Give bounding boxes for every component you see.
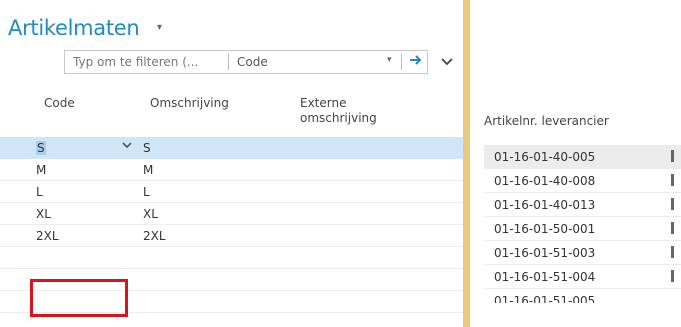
cell-vendor-item-no[interactable]: 01-16-01-40-008 bbox=[494, 174, 595, 188]
cell-code[interactable]: 2XL bbox=[36, 229, 59, 243]
item-sizes-panel: Artikelmaten ▾ Code ▾ Code Omschrijving … bbox=[0, 0, 463, 327]
cell-vendor-item-no[interactable]: 01-16-01-51-005 bbox=[494, 294, 595, 303]
table-row[interactable]: 01-16-01-40-005 bbox=[484, 145, 681, 169]
table-row[interactable]: 01-16-01-51-004 bbox=[484, 265, 681, 289]
next-column-edge bbox=[671, 150, 674, 162]
filter-divider bbox=[401, 54, 402, 70]
table-row[interactable]: LL bbox=[0, 181, 463, 203]
cell-code[interactable]: M bbox=[36, 163, 46, 177]
app-window: Artikelmaten ▾ Code ▾ Code Omschrijving … bbox=[0, 0, 681, 327]
cell-vendor-item-no[interactable]: 01-16-01-40-013 bbox=[494, 198, 595, 212]
cell-description[interactable]: S bbox=[143, 141, 151, 155]
arrow-right-icon[interactable] bbox=[405, 52, 427, 72]
next-column-edge bbox=[671, 174, 674, 186]
column-header-external-description[interactable]: Externe omschrijving bbox=[300, 96, 420, 126]
cell-code[interactable]: L bbox=[36, 185, 43, 199]
filter-divider bbox=[228, 54, 229, 70]
chevron-down-icon[interactable] bbox=[441, 56, 453, 69]
title-menu-icon[interactable]: ▾ bbox=[157, 22, 162, 33]
cell-description[interactable]: L bbox=[143, 185, 150, 199]
table-row[interactable]: SS bbox=[0, 137, 463, 159]
page-title[interactable]: Artikelmaten bbox=[8, 16, 140, 40]
table-row[interactable]: 2XL 2XL bbox=[0, 225, 463, 247]
table-row[interactable]: 01-16-01-51-003 bbox=[484, 241, 681, 265]
search-input[interactable] bbox=[65, 51, 233, 73]
cell-code[interactable]: S bbox=[36, 141, 46, 155]
column-header-vendor-item-no[interactable]: Artikelnr. leverancier bbox=[484, 114, 609, 128]
vendor-table: 01-16-01-40-005 01-16-01-40-008 01-16-01-4… bbox=[484, 145, 681, 303]
cell-vendor-item-no[interactable]: 01-16-01-51-004 bbox=[494, 270, 595, 284]
table-row[interactable] bbox=[0, 247, 463, 269]
vendor-panel: Artikelnr. leverancier 01-16-01-40-005 01… bbox=[470, 0, 681, 327]
table-row[interactable]: 01-16-01-40-008 bbox=[484, 169, 681, 193]
cell-description[interactable]: 2XL bbox=[143, 229, 166, 243]
cell-vendor-item-no[interactable]: 01-16-01-40-005 bbox=[494, 150, 595, 164]
panel-splitter[interactable] bbox=[463, 0, 470, 327]
chevron-down-icon[interactable] bbox=[122, 141, 132, 152]
next-column-edge bbox=[671, 222, 674, 234]
cell-vendor-item-no[interactable]: 01-16-01-51-003 bbox=[494, 246, 595, 260]
column-header-description[interactable]: Omschrijving bbox=[150, 96, 229, 111]
highlight-annotation bbox=[30, 279, 128, 317]
table-row[interactable]: XL XL bbox=[0, 203, 463, 225]
filter-bar: Code ▾ bbox=[64, 50, 428, 74]
next-column-edge bbox=[671, 246, 674, 258]
cell-description[interactable]: M bbox=[143, 163, 153, 177]
filter-field-select[interactable]: Code bbox=[237, 55, 268, 69]
table-row[interactable]: MM bbox=[0, 159, 463, 181]
cell-vendor-item-no[interactable]: 01-16-01-50-001 bbox=[494, 222, 595, 236]
column-header-code[interactable]: Code bbox=[44, 96, 75, 111]
cell-description[interactable]: XL bbox=[143, 207, 158, 221]
next-column-edge bbox=[671, 198, 674, 210]
table-row[interactable]: 01-16-01-40-013 bbox=[484, 193, 681, 217]
table-row[interactable]: 01-16-01-50-001 bbox=[484, 217, 681, 241]
next-column-edge bbox=[671, 270, 674, 282]
chevron-down-icon[interactable]: ▾ bbox=[387, 55, 392, 65]
cell-code[interactable]: XL bbox=[36, 207, 51, 221]
table-row[interactable]: 01-16-01-51-005 bbox=[484, 289, 681, 303]
